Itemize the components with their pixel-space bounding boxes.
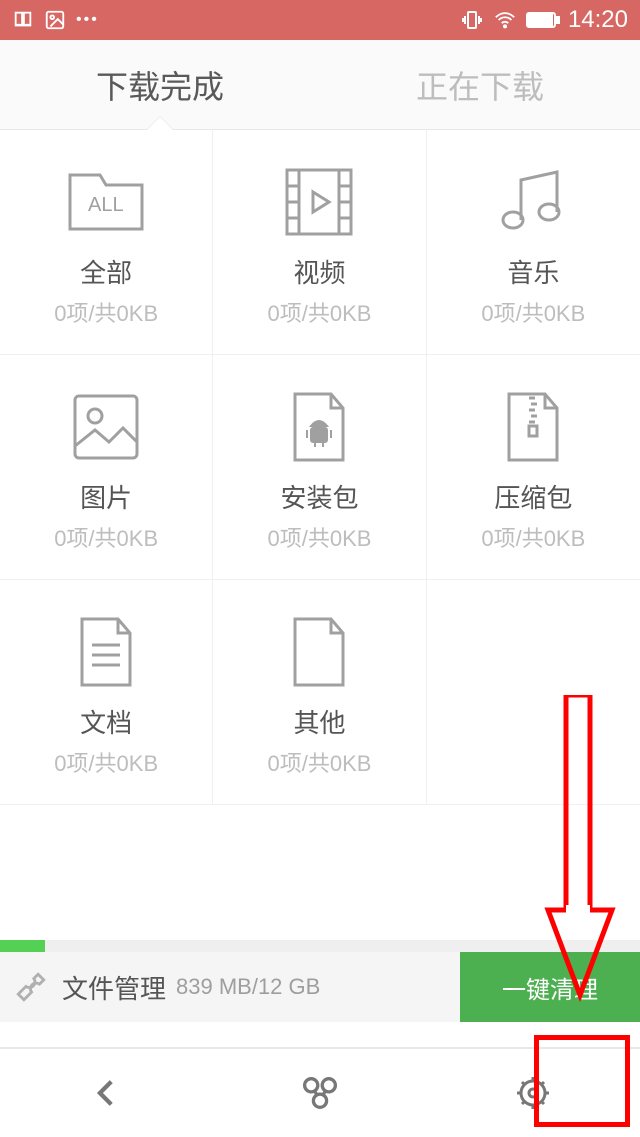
settings-button[interactable] — [427, 1049, 640, 1137]
battery-icon — [526, 11, 560, 29]
apk-icon — [289, 382, 349, 472]
share-button[interactable] — [213, 1049, 426, 1137]
gallery-icon — [44, 9, 66, 31]
storage-area: 文件管理 839 MB/12 GB 一键清理 — [0, 940, 640, 1022]
image-icon — [69, 382, 143, 472]
zip-icon — [503, 382, 563, 472]
category-title: 压缩包 — [494, 478, 572, 515]
back-button[interactable] — [0, 1049, 213, 1137]
storage-progress-fill — [0, 940, 45, 952]
storage-size: 839 MB/12 GB — [176, 974, 320, 1000]
category-title: 图片 — [80, 478, 132, 515]
category-doc[interactable]: 文档 0项/共0KB — [0, 580, 213, 805]
category-empty — [427, 580, 640, 805]
category-all[interactable]: ALL 全部 0项/共0KB — [0, 130, 213, 355]
category-sub: 0项/共0KB — [481, 296, 585, 328]
status-bar: ••• 14:20 — [0, 0, 640, 40]
tab-downloading[interactable]: 正在下载 — [320, 62, 640, 108]
tab-bar: 下载完成 正在下载 — [0, 40, 640, 130]
category-title: 视频 — [293, 253, 345, 290]
category-image[interactable]: 图片 0项/共0KB — [0, 355, 213, 580]
category-title: 安装包 — [280, 478, 358, 515]
book-icon — [12, 9, 34, 31]
category-sub: 0项/共0KB — [268, 296, 372, 328]
category-zip[interactable]: 压缩包 0项/共0KB — [427, 355, 640, 580]
music-icon — [495, 157, 571, 247]
category-video[interactable]: 视频 0项/共0KB — [213, 130, 426, 355]
bottom-nav — [0, 1047, 640, 1137]
category-title: 音乐 — [507, 253, 559, 290]
status-time: 14:20 — [568, 6, 628, 34]
category-title: 其他 — [293, 703, 345, 740]
category-title: 文档 — [80, 703, 132, 740]
category-grid: ALL 全部 0项/共0KB 视频 0项/共0KB 音乐 0项/共0KB 图片 … — [0, 130, 640, 805]
category-sub: 0项/共0KB — [481, 521, 585, 553]
category-sub: 0项/共0KB — [54, 296, 158, 328]
svg-text:ALL: ALL — [88, 194, 124, 216]
category-apk[interactable]: 安装包 0项/共0KB — [213, 355, 426, 580]
category-other[interactable]: 其他 0项/共0KB — [213, 580, 426, 805]
category-sub: 0项/共0KB — [268, 521, 372, 553]
video-icon — [281, 157, 357, 247]
tab-completed[interactable]: 下载完成 — [0, 62, 320, 108]
storage-progress — [0, 940, 640, 952]
more-icon: ••• — [76, 11, 99, 29]
storage-row: 文件管理 839 MB/12 GB 一键清理 — [0, 952, 640, 1022]
vibrate-icon — [460, 8, 484, 32]
active-tab-indicator — [147, 117, 173, 130]
category-sub: 0项/共0KB — [268, 746, 372, 778]
doc-icon — [76, 607, 136, 697]
wrench-icon — [14, 970, 48, 1004]
category-music[interactable]: 音乐 0项/共0KB — [427, 130, 640, 355]
wifi-icon — [492, 9, 518, 31]
folder-all-icon: ALL — [64, 157, 148, 247]
clean-button[interactable]: 一键清理 — [460, 952, 640, 1022]
category-sub: 0项/共0KB — [54, 521, 158, 553]
file-icon — [289, 607, 349, 697]
category-title: 全部 — [80, 253, 132, 290]
category-sub: 0项/共0KB — [54, 746, 158, 778]
storage-label[interactable]: 文件管理 — [62, 969, 166, 1006]
